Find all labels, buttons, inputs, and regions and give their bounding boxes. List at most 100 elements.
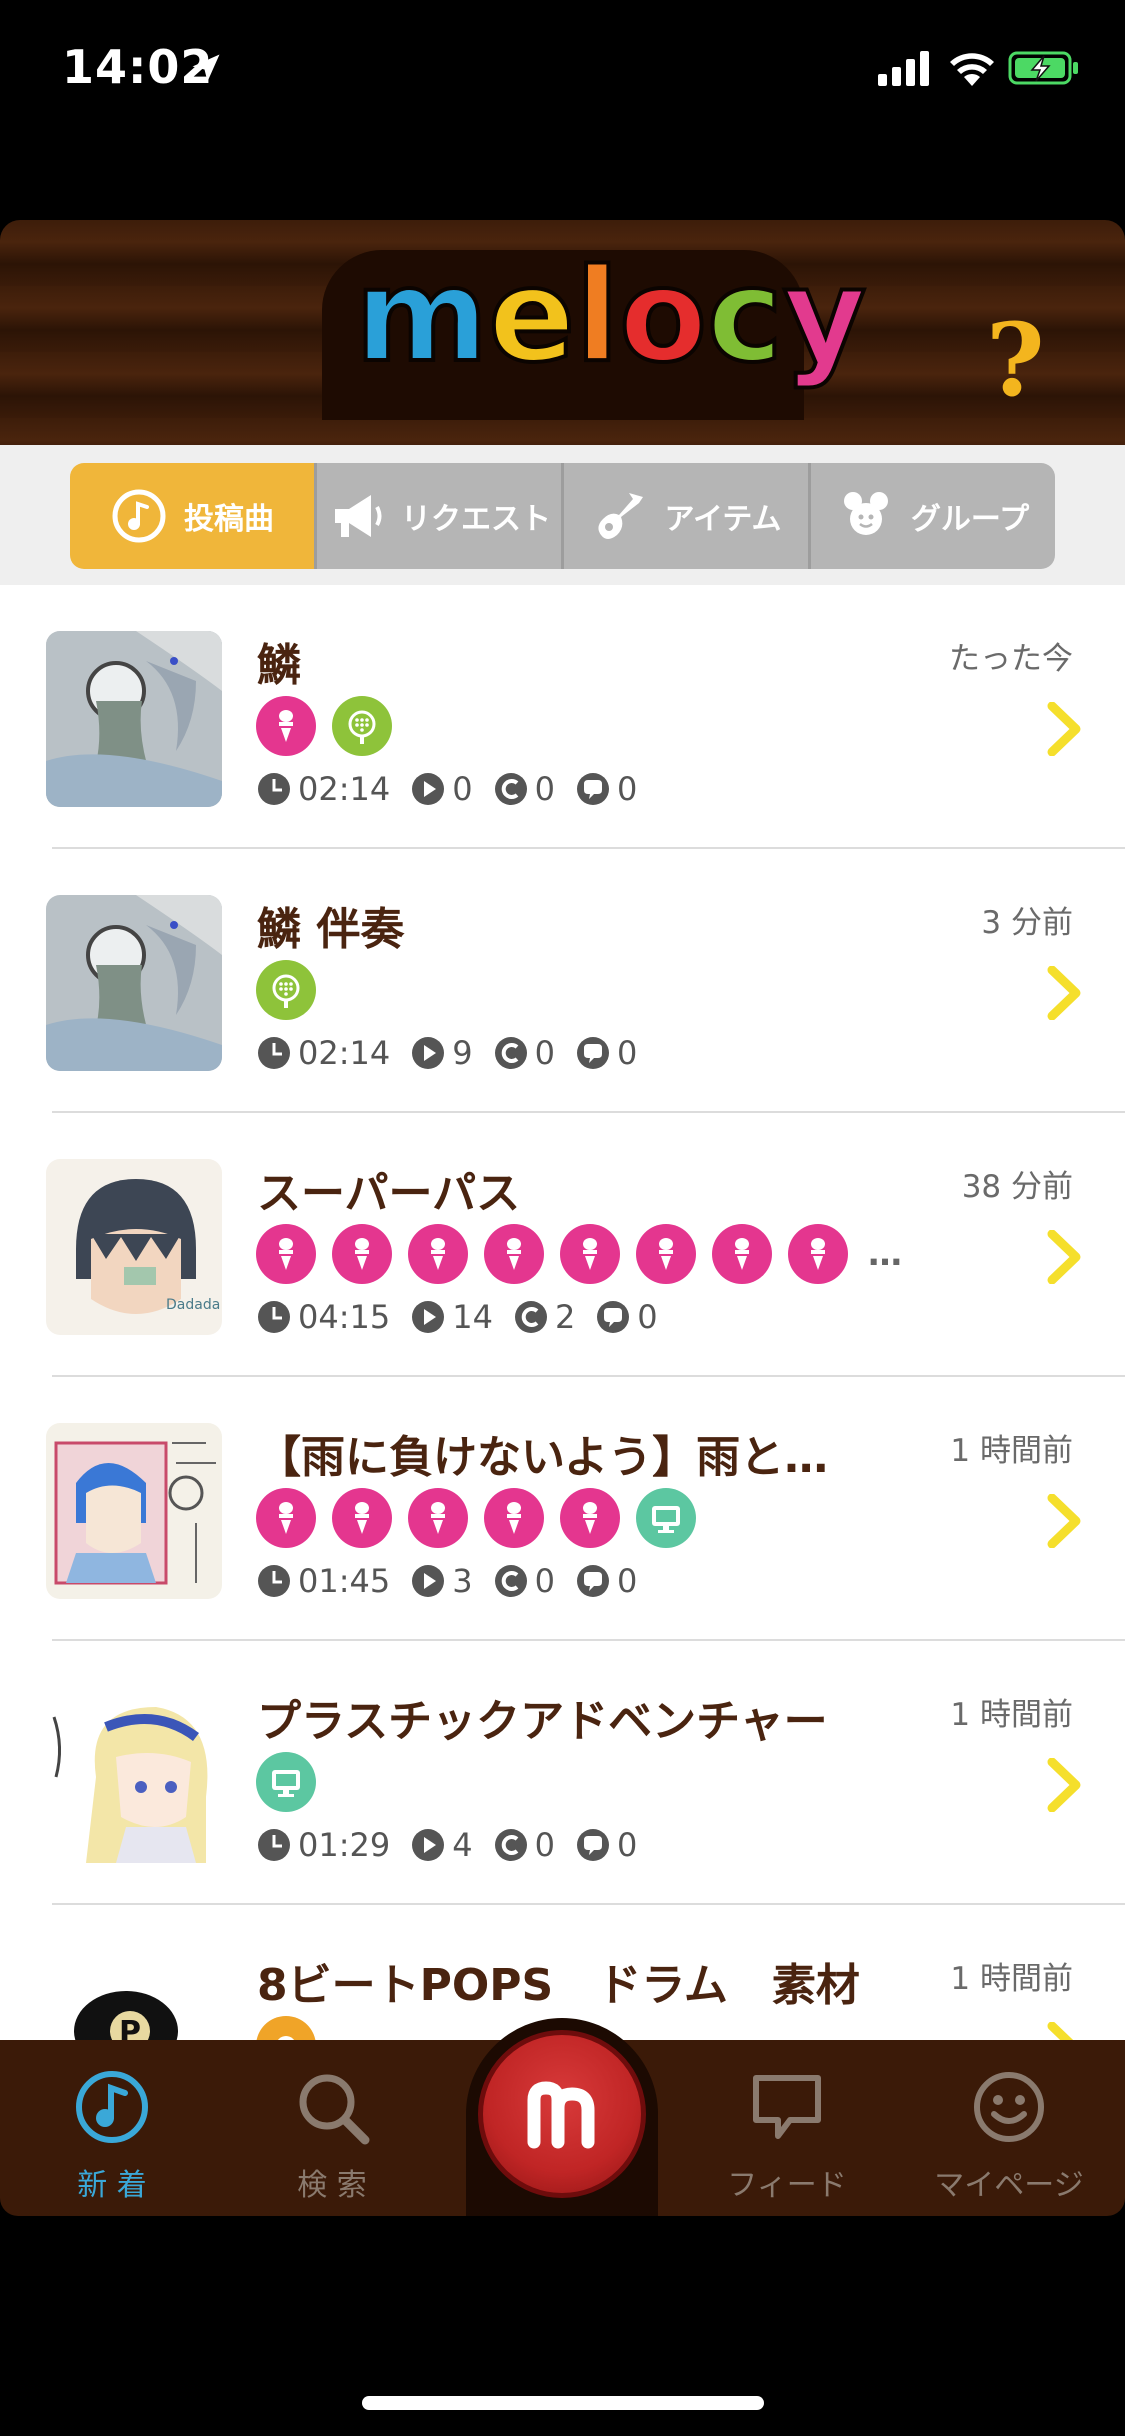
vocal-mic-icon	[332, 1224, 392, 1284]
help-button[interactable]: ?	[986, 310, 1050, 410]
song-title: 鱗 伴奏	[257, 904, 405, 955]
thumb-signature: Dadada	[166, 1297, 220, 1313]
song-row[interactable]: プラスチックアドベンチャー 1 時間前 01:29 4 0 0	[0, 1641, 1125, 1905]
comments-stat: 0	[575, 1034, 637, 1072]
comments-stat: 0	[595, 1298, 658, 1336]
tabbar-label: マイページ	[934, 2168, 1084, 2203]
tab-request[interactable]: リクエスト	[317, 463, 564, 569]
comment-bubble-icon	[597, 1301, 630, 1333]
part-badges	[256, 1751, 316, 1813]
song-thumbnail: Dadada	[46, 1159, 222, 1335]
vocal-mic-icon	[712, 1224, 772, 1284]
collab-stat: 0	[493, 1562, 555, 1600]
part-badges: …	[256, 1223, 904, 1285]
vocal-mic-icon	[256, 1224, 316, 1284]
duration-stat: 02:14	[256, 1034, 390, 1072]
badge-icon	[256, 2016, 316, 2040]
song-row[interactable]: 鱗 たった今 02:14 0 0 0	[0, 585, 1125, 849]
record-button[interactable]	[478, 2030, 646, 2198]
logo-letter: o	[617, 240, 709, 393]
duration-stat: 01:45	[256, 1562, 390, 1600]
cellular-signal-icon	[878, 51, 929, 86]
collab-stat: 0	[493, 770, 555, 808]
comment-bubble-icon	[576, 773, 609, 805]
vocal-mic-icon	[560, 1488, 620, 1548]
speech-bubble-icon	[753, 2075, 821, 2139]
plays-stat: 14	[410, 1298, 493, 1336]
part-badges	[256, 959, 316, 1021]
home-indicator[interactable]	[362, 2396, 764, 2410]
vocal-mic-icon	[484, 1224, 544, 1284]
song-title: 鱗	[257, 640, 301, 691]
instrumental-icon	[256, 960, 316, 1020]
megaphone-icon	[335, 495, 382, 537]
tab-items[interactable]: アイテム	[564, 463, 811, 569]
plays-stat: 3	[410, 1562, 473, 1600]
clock-icon	[258, 773, 290, 805]
tabbar-label: フィード	[727, 2168, 847, 2203]
tab-label: 投稿曲	[184, 502, 274, 537]
vocal-mic-icon	[636, 1224, 696, 1284]
guitar-icon	[597, 493, 643, 539]
duration-stat: 02:14	[256, 770, 390, 808]
music-note-icon	[112, 489, 166, 543]
part-badges	[256, 2015, 316, 2040]
collab-icon	[514, 1301, 547, 1333]
tab-group[interactable]: グループ	[811, 463, 1055, 569]
duration-stat: 04:15	[256, 1298, 390, 1336]
clock-icon	[258, 1037, 290, 1069]
song-thumbnail	[46, 1687, 222, 1863]
comments-stat: 0	[575, 1562, 637, 1600]
song-row[interactable]: Dadada スーパーパス 38 分前 … 04:15 14 2 0	[0, 1113, 1125, 1377]
collab-stat: 2	[513, 1298, 575, 1336]
thumb-letter: P	[119, 2015, 141, 2040]
posted-time: 3 分前	[981, 905, 1073, 941]
bottom-tab-bar: 新 着 検 索 フィード マイページ	[0, 2018, 1125, 2216]
location-arrow-icon	[192, 54, 220, 82]
plays-stat: 9	[410, 1034, 473, 1072]
comment-bubble-icon	[576, 1565, 609, 1597]
play-icon	[412, 1829, 445, 1861]
collab-icon	[494, 1037, 527, 1069]
melocy-record-icon	[527, 2081, 595, 2149]
song-row[interactable]: 【雨に負けないよう】雨と… 1 時間前 01:45 3 0 0	[0, 1377, 1125, 1641]
song-row[interactable]: 鱗 伴奏 3 分前 02:14 9 0 0	[0, 849, 1125, 1113]
collab-icon	[494, 773, 527, 805]
comment-bubble-icon	[576, 1829, 609, 1861]
posted-time: たった今	[949, 641, 1073, 677]
collab-icon	[494, 1829, 527, 1861]
posted-time: 1 時間前	[950, 1961, 1073, 1997]
song-title: スーパーパス	[257, 1168, 521, 1219]
part-badges	[256, 1487, 696, 1549]
chevron-right-icon	[1047, 1758, 1081, 1812]
vocal-mic-icon	[560, 1224, 620, 1284]
chevron-right-icon	[1047, 1494, 1081, 1548]
group-icon	[843, 492, 888, 535]
vocal-mic-icon	[484, 1488, 544, 1548]
category-tabs-bar: 投稿曲 リクエスト アイテム グループ	[0, 445, 1125, 585]
video-monitor-icon	[636, 1488, 696, 1548]
logo-letter: e	[486, 240, 577, 393]
tab-posted-songs[interactable]: 投稿曲	[70, 463, 317, 569]
collab-icon	[494, 1565, 527, 1597]
vocal-mic-icon	[332, 1488, 392, 1548]
tabbar-new[interactable]: 新 着	[27, 2068, 197, 2208]
tabbar-search[interactable]: 検 索	[247, 2068, 417, 2208]
plays-stat: 4	[410, 1826, 473, 1864]
logo-letter: c	[705, 240, 785, 393]
chevron-right-icon	[1047, 702, 1081, 756]
tabbar-label: 新 着	[77, 2168, 147, 2203]
app-header: melocy ?	[0, 220, 1125, 445]
part-badges	[256, 695, 392, 757]
plays-stat: 0	[410, 770, 473, 808]
comment-bubble-icon	[576, 1037, 609, 1069]
tabbar-mypage[interactable]: マイページ	[924, 2068, 1094, 2208]
song-stats: 02:14 9 0 0	[256, 1033, 657, 1073]
logo-letter: l	[573, 240, 621, 393]
chevron-right-icon	[1047, 1230, 1081, 1284]
play-icon	[412, 1565, 445, 1597]
logo-letter: y	[781, 240, 868, 393]
tabbar-feed[interactable]: フィード	[702, 2068, 872, 2208]
clock-icon	[258, 1565, 290, 1597]
video-monitor-icon	[256, 1752, 316, 1812]
